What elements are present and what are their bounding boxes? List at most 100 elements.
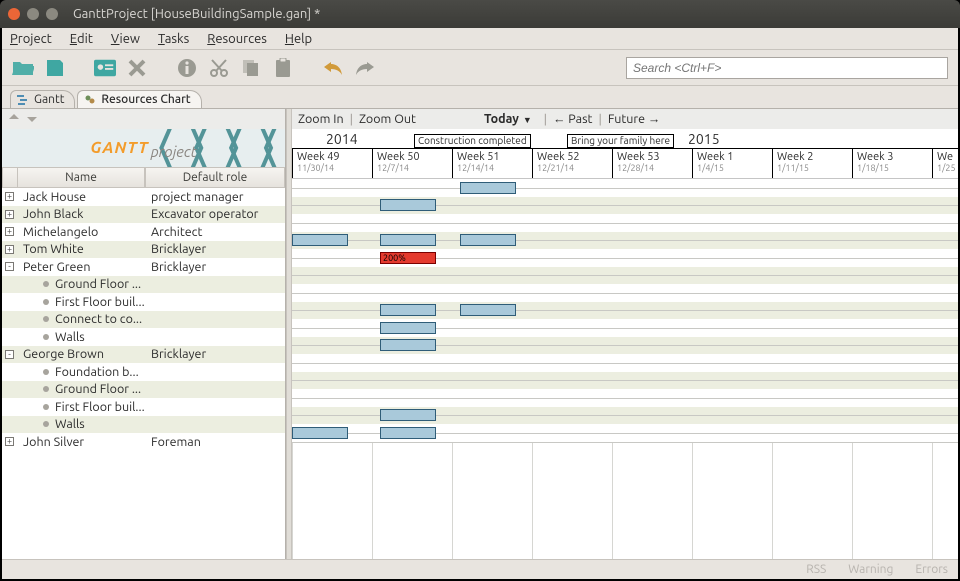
chart-body[interactable]: 200% xyxy=(292,179,958,559)
menu-tasks[interactable]: Tasks xyxy=(158,32,189,46)
load-bar[interactable] xyxy=(380,199,436,211)
load-bar[interactable] xyxy=(292,234,348,246)
row-expander[interactable]: + xyxy=(2,245,17,254)
tab-gantt[interactable]: Gantt xyxy=(10,90,75,108)
window-minimize-button[interactable] xyxy=(27,8,39,20)
row-name: Walls xyxy=(55,330,183,344)
row-name: Foundation b... xyxy=(55,365,183,379)
table-row[interactable]: +John SilverForeman xyxy=(2,433,285,451)
load-bar[interactable] xyxy=(380,322,436,334)
tab-resources[interactable]: Resources Chart xyxy=(77,90,201,108)
table-row[interactable]: Walls xyxy=(2,328,285,346)
load-bar[interactable] xyxy=(292,427,348,439)
row-name: John Silver xyxy=(17,435,145,449)
load-bar[interactable] xyxy=(380,339,436,351)
col-role[interactable]: Default role xyxy=(145,167,285,188)
window-maximize-button[interactable] xyxy=(46,8,58,20)
redo-icon[interactable] xyxy=(354,57,376,79)
week-column: Week 5212/21/14 xyxy=(532,149,612,178)
status-bar: RSS Warning Errors xyxy=(2,559,958,579)
tab-gantt-label: Gantt xyxy=(34,93,64,106)
row-expander[interactable]: + xyxy=(2,437,17,446)
info-icon[interactable] xyxy=(176,57,198,79)
right-pane: Zoom In | Zoom Out Today▼ | ← Past | Fut… xyxy=(292,109,958,559)
menu-view[interactable]: View xyxy=(111,32,140,46)
gantt-icon xyxy=(17,94,29,106)
load-bar[interactable] xyxy=(380,234,436,246)
row-expander[interactable]: + xyxy=(2,227,17,236)
week-column: Week 11/4/15 xyxy=(692,149,772,178)
table-row[interactable]: Connect to co... xyxy=(2,311,285,329)
row-name: First Floor buil... xyxy=(55,295,183,309)
table-row[interactable]: +Tom WhiteBricklayer xyxy=(2,241,285,259)
table-row[interactable]: Foundation b... xyxy=(2,363,285,381)
row-role: project manager xyxy=(145,190,285,204)
week-column: We1/25 xyxy=(932,149,958,178)
today-button[interactable]: Today▼ xyxy=(484,112,532,126)
milestone-label[interactable]: Construction completed xyxy=(414,134,531,148)
status-warning[interactable]: Warning xyxy=(848,563,893,576)
row-expander[interactable]: - xyxy=(2,350,17,359)
undo-icon[interactable] xyxy=(322,57,344,79)
overload-bar[interactable]: 200% xyxy=(380,252,436,264)
resources-icon xyxy=(84,94,96,106)
milestone-label[interactable]: Bring your family here xyxy=(567,134,674,148)
week-column: Week 4911/30/14 xyxy=(292,149,372,178)
table-row[interactable]: First Floor buil... xyxy=(2,293,285,311)
load-bar[interactable] xyxy=(460,234,516,246)
copy-icon[interactable] xyxy=(240,57,262,79)
future-button[interactable]: Future → xyxy=(608,112,661,126)
load-bar[interactable] xyxy=(460,304,516,316)
load-bar[interactable] xyxy=(380,409,436,421)
table-row[interactable]: +John BlackExcavator operator xyxy=(2,206,285,224)
row-name: Peter Green xyxy=(17,260,145,274)
load-bar[interactable] xyxy=(380,427,436,439)
table-row[interactable]: Walls xyxy=(2,416,285,434)
move-up-icon[interactable] xyxy=(8,112,22,126)
col-expand[interactable] xyxy=(2,167,17,188)
sub-bullet-icon xyxy=(17,316,55,322)
year-label: 2014 xyxy=(326,131,358,147)
save-icon[interactable] xyxy=(44,57,66,79)
past-button[interactable]: ← Past xyxy=(553,112,593,126)
toolbar xyxy=(2,50,958,86)
table-row[interactable]: Ground Floor ... xyxy=(2,381,285,399)
row-name: Michelangelo xyxy=(17,225,145,239)
menu-project[interactable]: Project xyxy=(10,32,52,46)
cut-icon[interactable] xyxy=(208,57,230,79)
table-row[interactable]: -Peter GreenBricklayer xyxy=(2,258,285,276)
row-expander[interactable]: - xyxy=(2,262,17,271)
load-bar[interactable] xyxy=(380,304,436,316)
row-expander[interactable]: + xyxy=(2,210,17,219)
status-rss[interactable]: RSS xyxy=(806,563,826,576)
table-row[interactable]: Ground Floor ... xyxy=(2,276,285,294)
chart-row xyxy=(292,354,958,372)
table-row[interactable]: +Jack Houseproject manager xyxy=(2,188,285,206)
zoom-out-button[interactable]: Zoom Out xyxy=(359,112,416,126)
row-expander[interactable]: + xyxy=(2,192,17,201)
chart-row xyxy=(292,214,958,232)
sub-bullet-icon xyxy=(17,386,55,392)
menu-help[interactable]: Help xyxy=(285,32,312,46)
menu-resources[interactable]: Resources xyxy=(207,32,267,46)
move-down-icon[interactable] xyxy=(26,112,40,126)
delete-icon[interactable] xyxy=(126,57,148,79)
table-row[interactable]: -George BrownBricklayer xyxy=(2,346,285,364)
paste-icon[interactable] xyxy=(272,57,294,79)
zoom-in-button[interactable]: Zoom In xyxy=(298,112,344,126)
menu-edit[interactable]: Edit xyxy=(70,32,93,46)
load-bar[interactable] xyxy=(460,182,516,194)
col-name[interactable]: Name xyxy=(17,167,145,188)
logo-text-2: project xyxy=(151,143,197,160)
table-row[interactable]: +MichelangeloArchitect xyxy=(2,223,285,241)
search-input[interactable] xyxy=(626,57,948,79)
open-icon[interactable] xyxy=(12,57,34,79)
sub-bullet-icon xyxy=(17,334,55,340)
table-header: Name Default role xyxy=(2,167,285,188)
window-close-button[interactable] xyxy=(8,8,20,20)
card-icon[interactable] xyxy=(94,57,116,79)
table-row[interactable]: First Floor buil... xyxy=(2,398,285,416)
status-errors[interactable]: Errors xyxy=(915,563,948,576)
resource-rows: +Jack Houseproject manager+John BlackExc… xyxy=(2,188,285,559)
menu-bar: Project Edit View Tasks Resources Help xyxy=(2,28,958,50)
